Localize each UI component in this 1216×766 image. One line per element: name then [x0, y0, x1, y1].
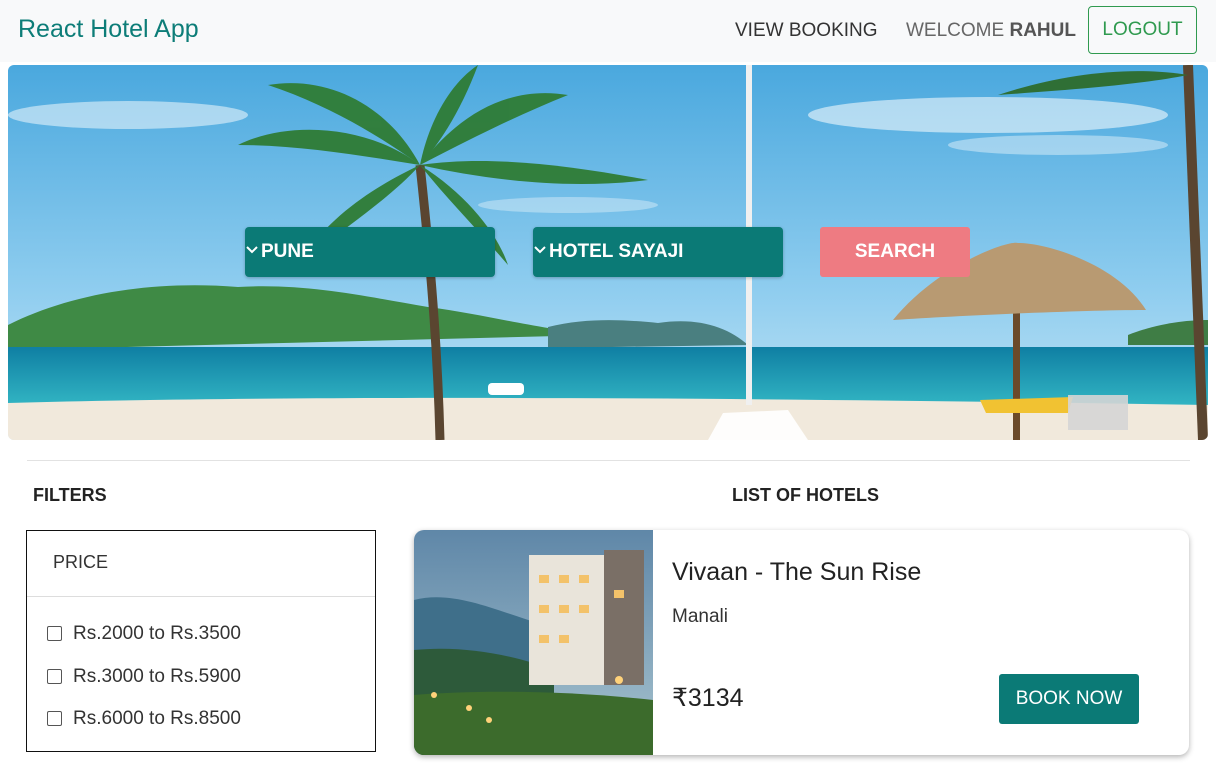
brand-link[interactable]: React Hotel App [18, 15, 199, 44]
price-checkbox[interactable] [47, 711, 62, 726]
hotel-image [414, 530, 653, 755]
logout-button[interactable]: LOGOUT [1088, 6, 1197, 54]
welcome-prefix: WELCOME [906, 20, 1005, 41]
hero-banner: PUNE HOTEL SAYAJI SEARCH [8, 65, 1208, 440]
section-divider [27, 460, 1190, 461]
hotel-price: ₹3134 [672, 684, 744, 712]
search-button[interactable]: SEARCH [820, 227, 970, 277]
price-checkbox[interactable] [47, 626, 62, 641]
hotel-select[interactable]: HOTEL SAYAJI [533, 227, 783, 277]
price-option-label: Rs.3000 to Rs.5900 [73, 666, 241, 687]
price-option-label: Rs.6000 to Rs.8500 [73, 708, 241, 729]
top-navbar: React Hotel App VIEW BOOKING WELCOME RAH… [0, 0, 1216, 62]
price-filter-card: PRICE Rs.2000 to Rs.3500 Rs.3000 to Rs.5… [26, 530, 376, 752]
filters-title: FILTERS [33, 485, 107, 505]
city-select-value: PUNE [261, 241, 314, 262]
chevron-down-icon [246, 246, 258, 254]
chevron-down-icon [534, 246, 546, 254]
price-checkbox[interactable] [47, 669, 62, 684]
hotel-location: Manali [672, 606, 728, 627]
hotel-select-value: HOTEL SAYAJI [549, 241, 684, 262]
view-booking-link[interactable]: VIEW BOOKING [735, 20, 878, 42]
price-filter-header: PRICE [27, 531, 375, 597]
price-option-label: Rs.2000 to Rs.3500 [73, 623, 241, 644]
username: RAHUL [1009, 20, 1076, 41]
city-select[interactable]: PUNE [245, 227, 495, 277]
welcome-text: WELCOME RAHUL [906, 20, 1076, 42]
hotel-card: Vivaan - The Sun Rise Manali ₹3134 BOOK … [414, 530, 1189, 755]
hotel-list-title: LIST OF HOTELS [732, 485, 879, 505]
book-now-button[interactable]: BOOK NOW [999, 674, 1139, 724]
hotel-name: Vivaan - The Sun Rise [672, 558, 922, 586]
